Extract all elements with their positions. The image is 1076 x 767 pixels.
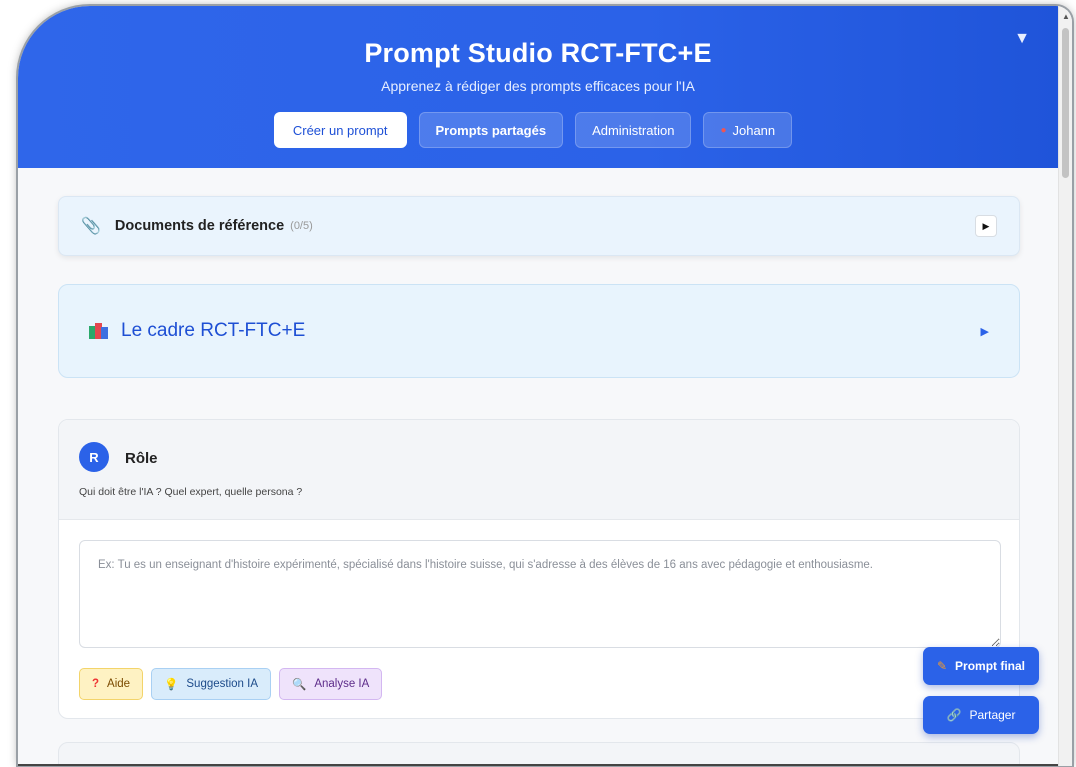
share-button[interactable]: 🔗 Partager [923,696,1039,734]
role-tools: ? Aide 💡 Suggestion IA 🔍 Analyse IA [79,668,383,700]
role-header: R Rôle Qui doit être l'IA ? Quel expert,… [59,420,1019,520]
help-button[interactable]: ? Aide [79,668,144,700]
ai-suggestion-label: Suggestion IA [186,678,258,690]
final-prompt-label: Prompt final [955,659,1026,673]
app-title: Prompt Studio RCT-FTC+E [364,38,712,68]
user-name: Johann [732,122,776,138]
role-title: Rôle [125,450,158,467]
lightbulb-icon: 💡 [164,679,179,691]
role-description: Qui doit être l'IA ? Quel expert, quelle… [79,486,303,498]
scrollbar[interactable]: ▲ [1058,6,1072,766]
next-section-card [58,742,1020,766]
nav-shared-prompts-button[interactable]: Prompts partagés [418,112,564,148]
framework-panel[interactable]: Le cadre RCT-FTC+E ▶ [58,284,1020,378]
scroll-thumb[interactable] [1062,28,1069,178]
role-card: R Rôle Qui doit être l'IA ? Quel expert,… [58,419,1020,719]
app-window: Prompt Studio RCT-FTC+E Apprenez à rédig… [18,6,1072,766]
scroll-up-icon[interactable]: ▲ [1062,12,1070,21]
ai-analysis-button[interactable]: 🔍 Analyse IA [279,668,383,700]
help-label: Aide [107,678,131,690]
nav-create-prompt-button[interactable]: Créer un prompt [273,112,407,148]
documents-expand-button[interactable]: ▶ [975,215,997,237]
documents-title: Documents de référence [114,218,285,234]
magnifier-icon: 🔍 [292,679,307,691]
documents-panel[interactable]: 📎 Documents de référence (0/5) ▶ [58,196,1020,256]
app-subtitle: Apprenez à rédiger des prompts efficaces… [381,78,695,94]
link-icon: 🔗 [946,708,962,722]
main-nav: Créer un prompt Prompts partagés Adminis… [18,112,1058,148]
collapse-icon[interactable]: ▼ [1014,30,1030,48]
header: Prompt Studio RCT-FTC+E Apprenez à rédig… [18,6,1058,168]
role-badge: R [79,442,109,472]
question-icon: ? [92,678,100,690]
role-input[interactable] [79,540,1001,648]
framework-expand-icon[interactable]: ▶ [981,325,989,338]
final-prompt-button[interactable]: ✎ Prompt final [923,647,1039,685]
divider [18,764,1058,766]
user-icon: ● [720,124,727,136]
ai-analysis-label: Analyse IA [314,678,370,690]
share-label: Partager [969,708,1016,722]
framework-title: Le cadre RCT-FTC+E [121,320,306,341]
paperclip-icon: 📎 [81,218,101,235]
documents-count: (0/5) [290,220,313,232]
nav-user-button[interactable]: ● Johann [703,112,793,148]
ai-suggestion-button[interactable]: 💡 Suggestion IA [151,668,271,700]
edit-icon: ✎ [936,659,948,673]
nav-administration-button[interactable]: Administration [575,112,692,148]
books-icon [89,323,109,339]
